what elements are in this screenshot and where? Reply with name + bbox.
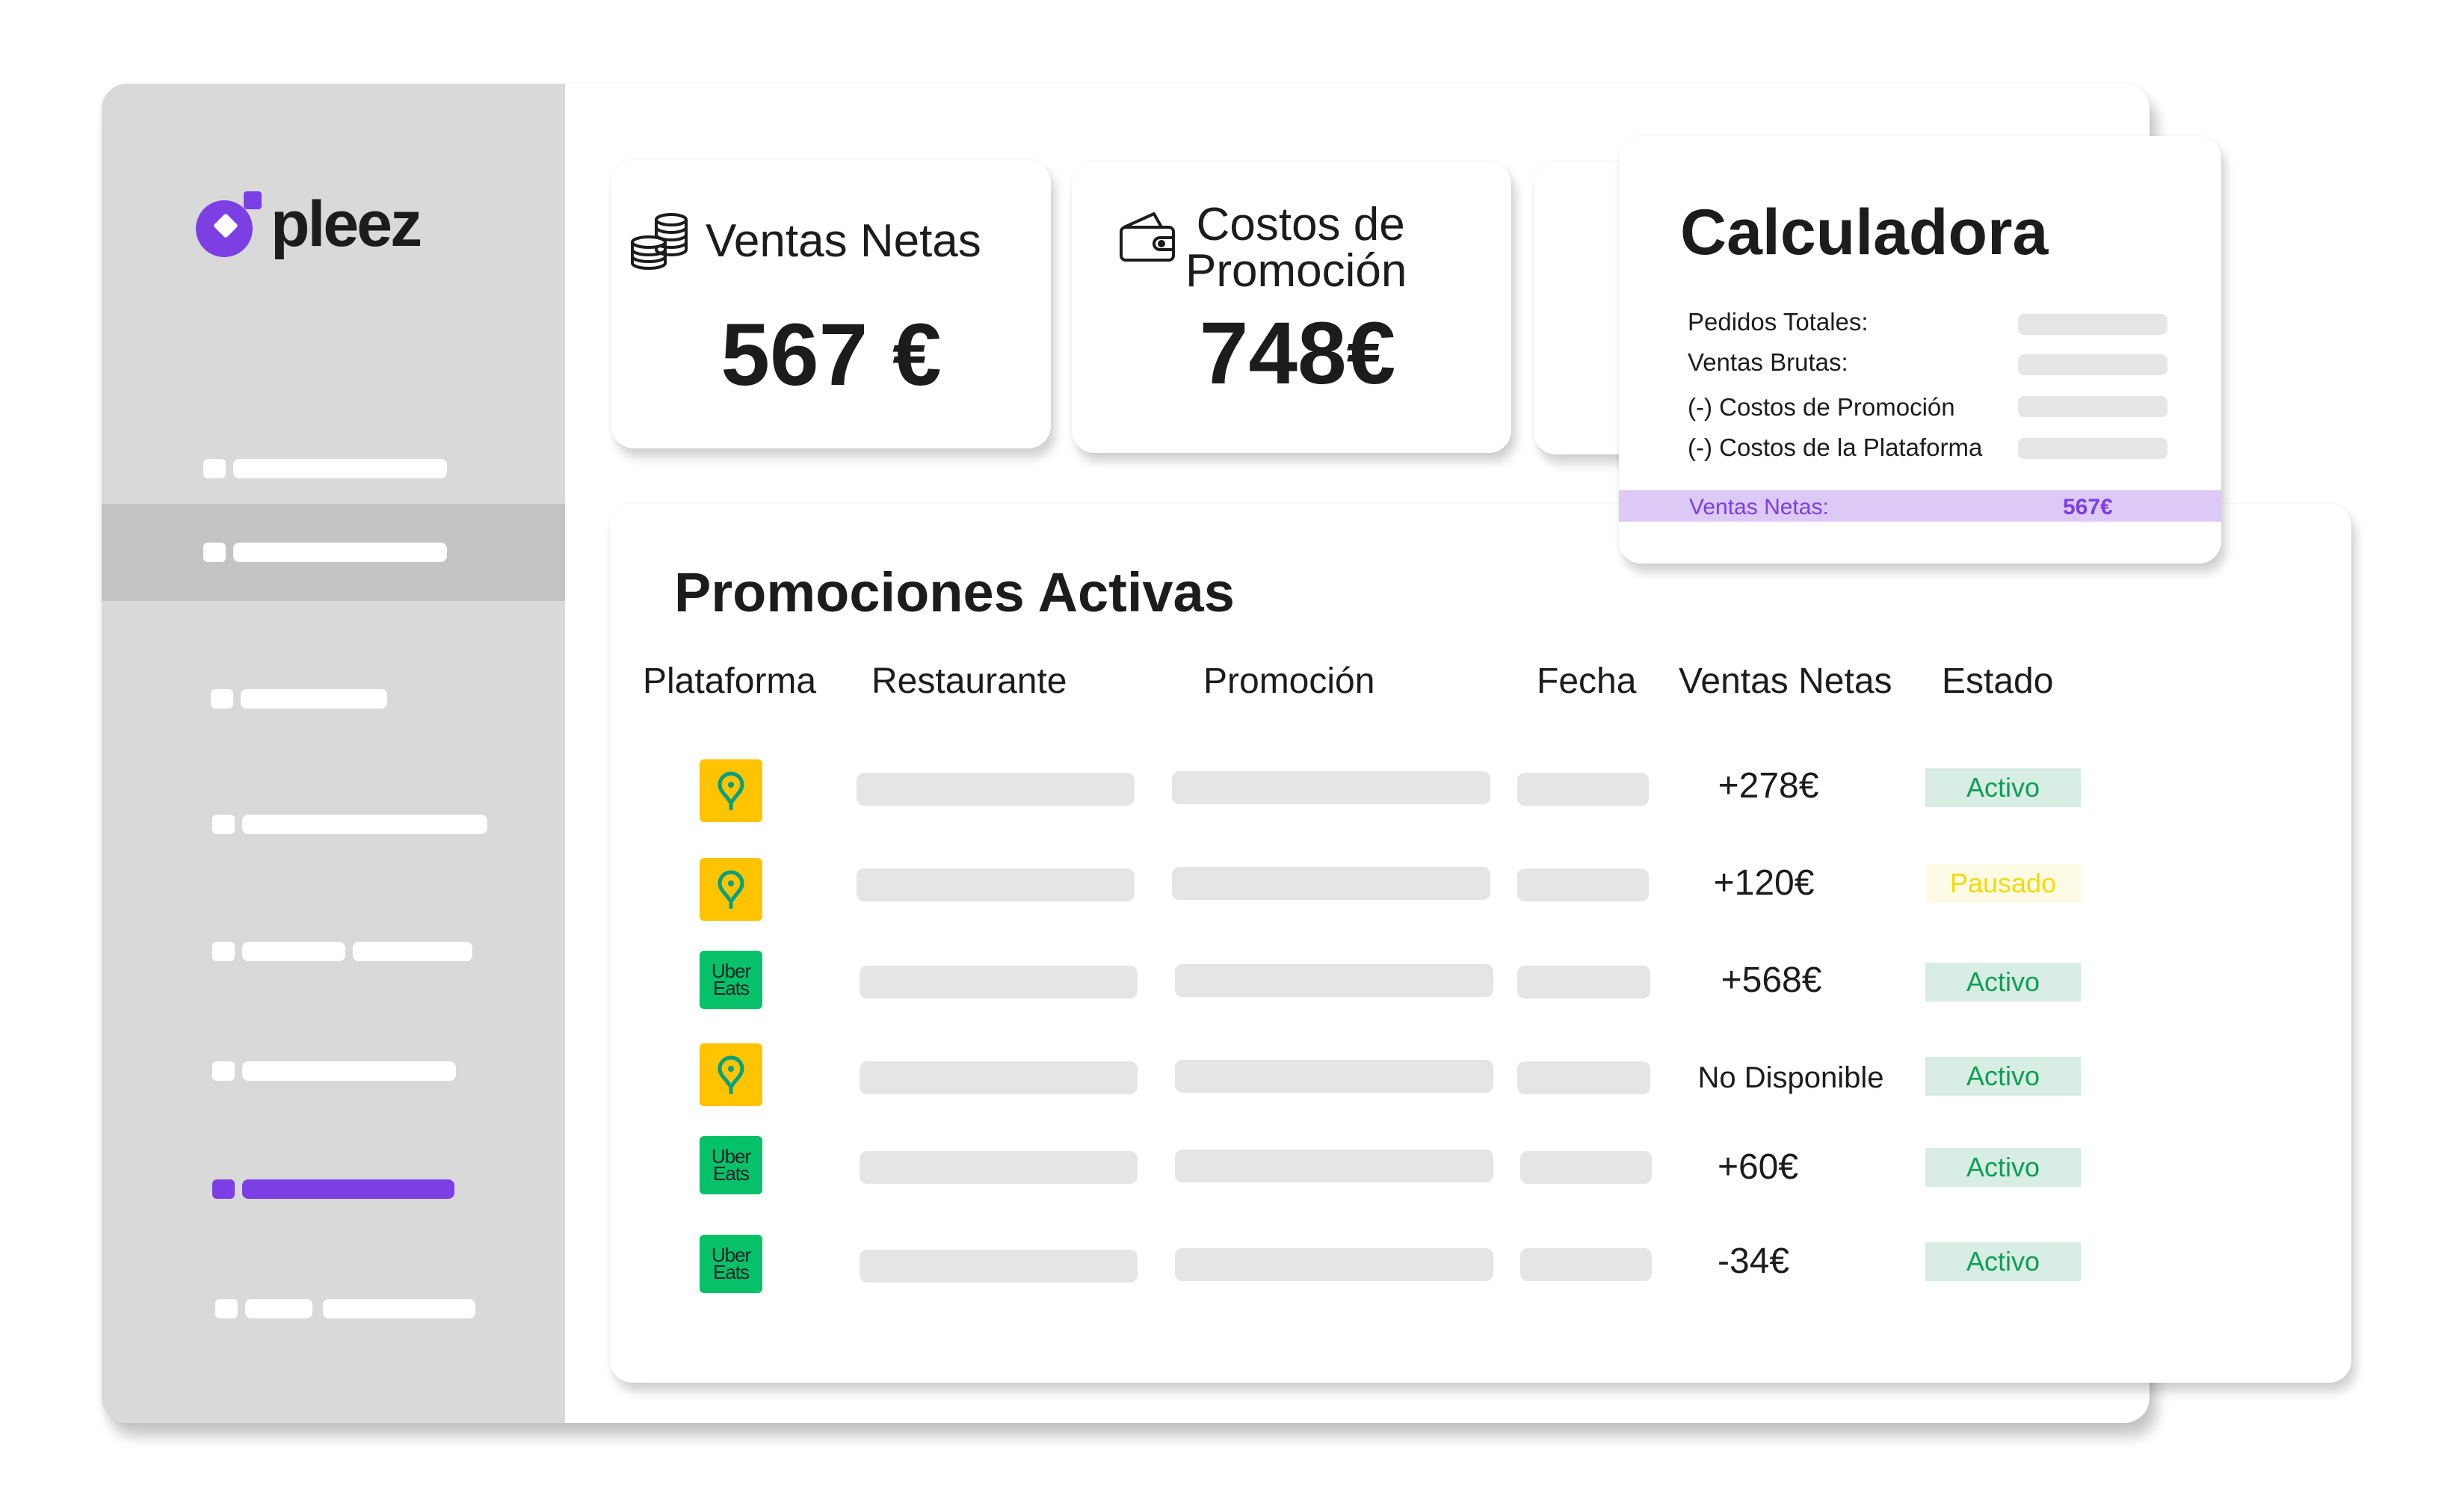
- calculator-total-value: 567€: [2063, 495, 2113, 519]
- sidebar-item-1[interactable]: [102, 420, 565, 517]
- sidebar-item-icon: [215, 1299, 238, 1318]
- sidebar-item-label-placeholder: [323, 1299, 475, 1318]
- column-header-ventas-netas: Ventas Netas: [1679, 661, 1892, 701]
- ventas-netas-value: +278€: [1718, 766, 1819, 806]
- sidebar-item-7[interactable]: [102, 1141, 565, 1238]
- date-placeholder: [1520, 1248, 1652, 1281]
- sidebar-item-4[interactable]: [102, 776, 565, 873]
- calculator-label-ventas-brutas: Ventas Brutas:: [1688, 348, 1848, 376]
- column-header-promocion: Promoción: [1203, 661, 1375, 701]
- sidebar-item-label-placeholder: [242, 815, 487, 834]
- sidebar: pleez: [102, 84, 565, 1423]
- ventas-netas-value: -34€: [1717, 1241, 1790, 1281]
- sidebar-item-label-placeholder: [242, 1179, 454, 1199]
- promotion-placeholder: [1175, 1060, 1493, 1093]
- sidebar-item-6[interactable]: [102, 1022, 565, 1120]
- sidebar-item-label-placeholder: [242, 1061, 456, 1081]
- date-placeholder: [1517, 1061, 1650, 1094]
- ubereats-logo-icon: Uber Eats: [700, 1136, 762, 1194]
- stat-title: Costos de Promoción: [1185, 199, 1407, 294]
- calculator-card[interactable]: Calculadora Pedidos Totales: Ventas Brut…: [1619, 136, 2221, 564]
- status-badge: Pausado: [1925, 864, 2081, 903]
- calculator-label-costos-plataforma: (-) Costos de la Plataforma: [1688, 433, 1983, 461]
- stat-value: 748€: [1199, 304, 1396, 403]
- logo[interactable]: pleez: [191, 187, 422, 262]
- promotion-placeholder: [1172, 771, 1490, 804]
- stat-title: Ventas Netas: [706, 215, 981, 267]
- sidebar-item-icon: [212, 1179, 235, 1199]
- ubereats-logo-icon: Uber Eats: [700, 951, 762, 1009]
- glovo-logo-icon: [700, 858, 762, 921]
- stat-title-line1: Costos de: [1196, 199, 1405, 250]
- promotion-placeholder: [1172, 867, 1490, 900]
- sidebar-item-icon: [212, 815, 235, 834]
- sidebar-item-label-placeholder: [241, 689, 387, 709]
- sidebar-item-icon: [211, 689, 233, 709]
- sidebar-item-label-placeholder: [353, 942, 472, 961]
- pleez-logo-icon: [196, 191, 262, 257]
- promotion-placeholder: [1175, 1150, 1493, 1182]
- status-badge: Activo: [1925, 963, 2081, 1002]
- status-badge: Activo: [1925, 1148, 2081, 1187]
- sidebar-item-icon: [203, 543, 226, 562]
- restaurant-placeholder: [857, 868, 1135, 901]
- sidebar-item-label-placeholder: [242, 942, 345, 961]
- ventas-netas-value: +568€: [1721, 960, 1822, 1000]
- sidebar-item-2[interactable]: [102, 504, 565, 601]
- ubereats-logo-icon: Uber Eats: [700, 1235, 762, 1293]
- promotions-title: Promociones Activas: [674, 561, 1235, 623]
- ventas-netas-value: +60€: [1717, 1147, 1799, 1187]
- sidebar-item-label-placeholder: [233, 459, 447, 478]
- calculator-total-label: Ventas Netas:: [1689, 495, 1829, 519]
- date-placeholder: [1520, 1151, 1652, 1184]
- status-badge: Activo: [1925, 768, 2081, 807]
- column-header-plataforma: Plataforma: [643, 661, 817, 701]
- calculator-value-placeholder: [2018, 396, 2167, 417]
- date-placeholder: [1517, 966, 1650, 999]
- calculator-value-placeholder: [2018, 438, 2167, 459]
- calculator-label-pedidos-totales: Pedidos Totales:: [1688, 308, 1869, 336]
- coins-icon: [631, 213, 688, 270]
- restaurant-placeholder: [857, 773, 1135, 806]
- promotions-panel: Promociones Activas Plataforma Restauran…: [610, 504, 2351, 1383]
- sidebar-item-icon: [212, 1061, 235, 1081]
- brand-name: pleez: [271, 188, 422, 260]
- column-header-restaurante: Restaurante: [871, 661, 1067, 701]
- sidebar-item-5[interactable]: [102, 903, 565, 1000]
- calculator-label-costos-promocion: (-) Costos de Promoción: [1688, 393, 1955, 421]
- date-placeholder: [1517, 773, 1649, 806]
- restaurant-placeholder: [860, 1250, 1138, 1283]
- sidebar-item-label-placeholder: [233, 543, 447, 562]
- restaurant-placeholder: [860, 1151, 1138, 1184]
- sidebar-item-icon: [212, 942, 235, 961]
- sidebar-item-label-placeholder: [245, 1299, 312, 1318]
- restaurant-placeholder: [860, 1061, 1138, 1094]
- ventas-netas-value: No Disponible: [1697, 1061, 1884, 1094]
- status-badge: Activo: [1925, 1242, 2081, 1281]
- date-placeholder: [1517, 868, 1649, 901]
- sidebar-item-8[interactable]: [102, 1260, 565, 1357]
- stat-value: 567 €: [721, 306, 942, 404]
- wallet-icon: [1120, 212, 1175, 262]
- stat-card-ventas-netas[interactable]: Ventas Netas 567 €: [611, 160, 1051, 448]
- calculator-title: Calculadora: [1680, 197, 2049, 268]
- sidebar-item-3[interactable]: [102, 650, 565, 747]
- glovo-logo-icon: [700, 1043, 762, 1106]
- status-badge: Activo: [1925, 1057, 2081, 1096]
- stat-card-costos-promocion[interactable]: Costos de Promoción 748€: [1072, 161, 1511, 453]
- promotion-placeholder: [1175, 1248, 1493, 1281]
- calculator-total-row: Ventas Netas: 567€: [1619, 490, 2221, 522]
- restaurant-placeholder: [860, 966, 1138, 999]
- calculator-value-placeholder: [2018, 314, 2167, 335]
- column-header-fecha: Fecha: [1537, 661, 1637, 701]
- calculator-value-placeholder: [2018, 354, 2167, 375]
- promotion-placeholder: [1175, 964, 1493, 997]
- glovo-logo-icon: [700, 759, 762, 822]
- ventas-netas-value: +120€: [1713, 863, 1815, 903]
- sidebar-item-icon: [203, 459, 226, 478]
- stat-title-line2: Promoción: [1185, 245, 1407, 297]
- column-header-estado: Estado: [1942, 661, 2054, 701]
